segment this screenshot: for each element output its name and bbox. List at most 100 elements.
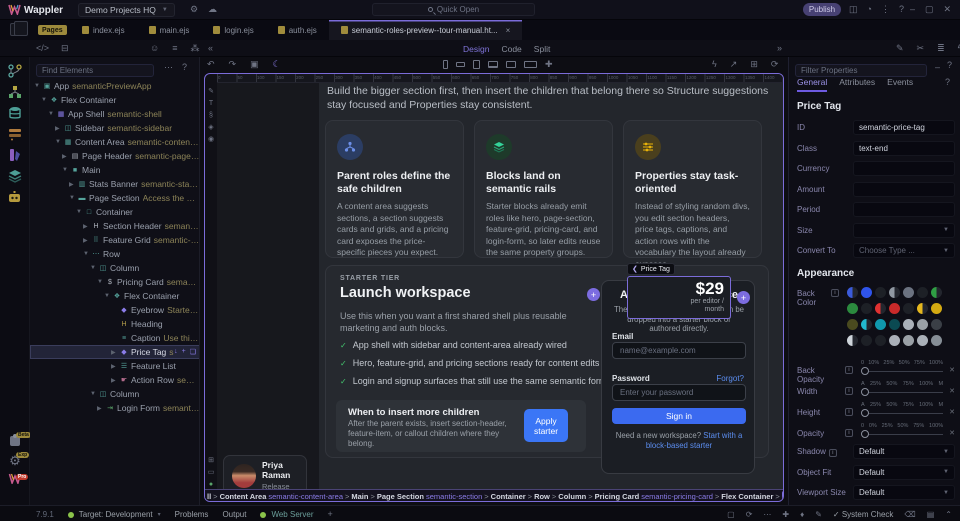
breadcrumb-column[interactable]: Column xyxy=(558,492,586,501)
apps-grid-icon[interactable]: ⊞ xyxy=(205,457,217,464)
layout-columns-icon[interactable]: ◫ xyxy=(849,5,858,14)
password-field[interactable] xyxy=(612,384,746,401)
tree-item-page-section[interactable]: ▼▬Page SectionAccess the workspa... xyxy=(30,191,199,205)
tree-item-flex-container[interactable]: ▼ ❖ Flex Container xyxy=(30,93,199,107)
file-tab[interactable]: main.ejs xyxy=(137,20,202,40)
color-swatch[interactable] xyxy=(847,319,858,330)
target-selector[interactable]: Target: Development ▾ xyxy=(67,510,161,519)
collapse-icon[interactable]: ⌃ xyxy=(945,510,952,519)
grid-icon[interactable]: ⊞ xyxy=(750,60,758,69)
clear-icon[interactable]: ⌫ xyxy=(904,510,915,519)
brush-icon[interactable]: ✎ xyxy=(815,510,822,519)
style-tool-icon[interactable]: ◈ xyxy=(205,124,217,131)
color-swatch[interactable] xyxy=(875,335,886,346)
git-icon[interactable] xyxy=(7,64,22,78)
link-tool-icon[interactable]: § xyxy=(205,112,217,119)
tree-item-feature-grid[interactable]: ▶⠿ Feature Gridsemantic-feature-... xyxy=(30,233,199,247)
clear-icon[interactable]: ✕ xyxy=(949,423,955,437)
phone-portrait-icon[interactable] xyxy=(443,60,448,69)
add-target-icon[interactable]: + xyxy=(328,510,333,519)
property-input-amount[interactable] xyxy=(853,181,955,197)
color-swatch[interactable] xyxy=(889,319,900,330)
phone-landscape-icon[interactable] xyxy=(456,62,465,67)
file-tab[interactable]: login.ejs xyxy=(201,20,265,40)
color-swatch[interactable] xyxy=(889,287,900,298)
bolt-icon[interactable]: ϟ xyxy=(712,60,717,69)
expand-icon[interactable]: ▶ xyxy=(55,125,63,132)
expand-icon[interactable]: ▼ xyxy=(97,279,105,285)
tree-item-app-shell[interactable]: ▼ ▦ App Shell semantic-shell xyxy=(30,107,199,121)
add-element-button[interactable]: + xyxy=(737,291,750,304)
color-swatch[interactable] xyxy=(875,303,886,314)
tab-attributes[interactable]: Attributes xyxy=(839,77,875,92)
color-swatch[interactable] xyxy=(917,335,928,346)
expand-icon[interactable]: ▶ xyxy=(97,405,105,412)
color-swatch[interactable] xyxy=(931,287,942,298)
color-swatch[interactable] xyxy=(931,303,942,314)
collapse-panel-icon[interactable]: « xyxy=(208,44,213,53)
price-tag-element[interactable]: $29 per editor / month xyxy=(627,276,731,319)
expand-icon[interactable]: ▶ xyxy=(111,363,119,370)
file-tab[interactable]: index.ejs xyxy=(70,20,137,40)
color-swatch[interactable] xyxy=(903,335,914,346)
add-child-icon[interactable]: + xyxy=(182,348,186,356)
help-icon[interactable]: ? xyxy=(947,61,952,70)
layers-icon[interactable]: ≣ xyxy=(937,44,945,53)
slider-track[interactable]: A 25% 50% 75% 100% M xyxy=(859,381,945,401)
select-shadow[interactable]: Default ▼ xyxy=(853,444,955,459)
undo-icon[interactable]: ↶ xyxy=(207,60,215,69)
share-nodes-icon[interactable]: ✚ xyxy=(782,510,789,519)
pages-panel-icon[interactable] xyxy=(10,21,28,36)
thumbs-up-icon[interactable]: ♦ xyxy=(800,510,804,519)
tree-item-eyebrow[interactable]: ◆ EyebrowStarter tier xyxy=(30,303,199,317)
property-input-class[interactable]: text-end xyxy=(853,140,955,156)
tab-events[interactable]: Events xyxy=(887,77,913,92)
redo-icon[interactable]: ↷ xyxy=(229,60,237,69)
server-connect-icon[interactable] xyxy=(8,127,22,141)
color-swatch[interactable] xyxy=(931,319,942,330)
design-system-icon[interactable] xyxy=(8,148,22,162)
publish-button[interactable]: Publish xyxy=(803,3,841,16)
profile-card[interactable]: Priya Raman Release xyxy=(223,455,307,489)
property-input-period[interactable] xyxy=(853,202,955,217)
file-tab-active[interactable]: semantic-roles-preview--tour-manual.ht..… xyxy=(328,20,523,40)
close-button[interactable]: ✕ xyxy=(944,5,952,14)
expand-icon[interactable]: ▼ xyxy=(48,111,56,117)
refresh-icon[interactable]: ⟳ xyxy=(746,510,753,519)
file-tab[interactable]: auth.ejs xyxy=(266,20,329,40)
edit-icon[interactable]: ✎ xyxy=(205,88,217,95)
cut-icon[interactable]: ✂ xyxy=(917,44,925,53)
help-icon[interactable]: ? xyxy=(182,63,187,72)
clear-icon[interactable]: ✕ xyxy=(949,360,955,374)
expand-icon[interactable]: ▼ xyxy=(41,97,49,103)
color-swatch[interactable] xyxy=(917,287,928,298)
project-selector[interactable]: Demo Projects HQ ▼ xyxy=(78,3,175,17)
view-mode-design[interactable]: Design xyxy=(463,44,489,54)
help-icon[interactable]: ? xyxy=(899,5,904,14)
color-swatch[interactable] xyxy=(917,303,928,314)
tree-item-action-row[interactable]: ▶☛Action Rowsemantic-acti... xyxy=(30,373,199,387)
clear-icon[interactable]: ✕ xyxy=(949,381,955,395)
tree-item-stats-banner[interactable]: ▶▥Stats Bannersemantic-stats-banner xyxy=(30,177,199,191)
expand-icon[interactable]: ▼ xyxy=(62,167,70,173)
tree-item-app[interactable]: ▼ ▣ App semanticPreviewApp xyxy=(30,79,199,93)
tab-general[interactable]: General xyxy=(797,77,828,92)
expand-icon[interactable]: ▼ xyxy=(34,83,42,89)
workflow-icon[interactable] xyxy=(8,85,22,99)
expand-icon[interactable]: ▼ xyxy=(90,265,98,271)
color-swatch[interactable] xyxy=(889,303,900,314)
breadcrumb-row[interactable]: Row xyxy=(534,492,550,501)
color-swatch[interactable] xyxy=(903,287,914,298)
find-elements-input[interactable] xyxy=(36,64,154,77)
tree-item-caption[interactable]: ≡ CaptionUse this when y... xyxy=(30,331,199,345)
tree-item-row[interactable]: ▼ ⋯ Row xyxy=(30,247,199,261)
tree-item-page-header[interactable]: ▶▤Page Headersemantic-page-header xyxy=(30,149,199,163)
components-icon[interactable]: ⁂ xyxy=(190,44,199,53)
select-viewport-size[interactable]: Default ▼ xyxy=(853,485,955,500)
tree-item-content-area[interactable]: ▼▦Content Areasemantic-content-area xyxy=(30,135,199,149)
tree-item-pricing-card[interactable]: ▼$ Pricing Cardsemantic-prici... xyxy=(30,275,199,289)
view-mode-code[interactable]: Code xyxy=(501,44,521,54)
code-view-icon[interactable]: </> xyxy=(36,44,49,53)
color-swatch[interactable] xyxy=(861,303,872,314)
open-browser-icon[interactable]: ↗ xyxy=(730,60,738,69)
